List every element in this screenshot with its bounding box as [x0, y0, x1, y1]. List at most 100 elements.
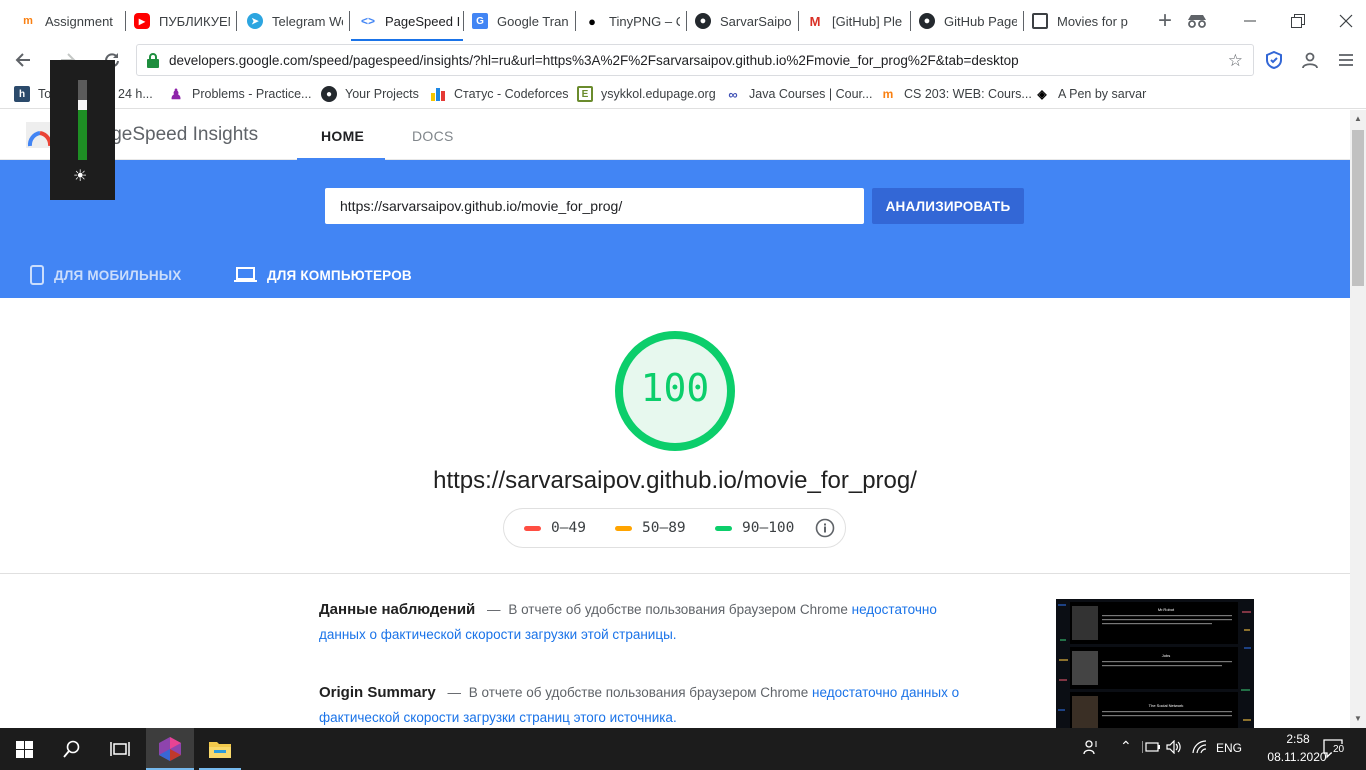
tab-pagespeed[interactable]: <> PageSpeed I: [360, 8, 460, 34]
nav-home-link[interactable]: HOME: [321, 128, 364, 144]
people-icon[interactable]: [1083, 739, 1099, 758]
tab-label: PageSpeed I: [385, 13, 460, 29]
hamburger-menu-icon: [1339, 54, 1353, 66]
clock-time[interactable]: 2:58: [1268, 732, 1328, 746]
scroll-up-arrow-icon[interactable]: ▲: [1353, 114, 1363, 124]
scrollbar-thumb[interactable]: [1352, 130, 1364, 286]
search-button[interactable]: [48, 728, 96, 770]
app-logo-icon: [159, 737, 181, 761]
chevron-up-icon[interactable]: ⌃: [1120, 738, 1132, 755]
legend-swatch-red: [524, 525, 541, 531]
battery-icon[interactable]: [1141, 740, 1160, 757]
scroll-down-arrow-icon[interactable]: ▼: [1353, 714, 1363, 724]
tab-desktop[interactable]: ДЛЯ КОМПЬЮТЕРОВ: [234, 264, 412, 286]
notifications-button[interactable]: 20: [1322, 738, 1346, 763]
tab-google-translate[interactable]: G Google Tran: [472, 8, 572, 34]
url-input[interactable]: [325, 188, 864, 224]
legend-swatch-green: [715, 525, 732, 531]
tab-separator: [125, 11, 126, 31]
legend-range: 50–89: [642, 520, 686, 536]
bookmark-item[interactable]: ● Your Projects: [321, 84, 419, 104]
youtube-icon: ▶: [134, 13, 150, 29]
back-button[interactable]: [10, 47, 36, 73]
tab-youtube[interactable]: ▶ ПУБЛИКУЕМ: [134, 8, 230, 34]
profile-button[interactable]: [1297, 47, 1323, 73]
thumbnail-title-1: Mr.Robot: [1158, 607, 1175, 612]
analyze-button[interactable]: АНАЛИЗИРОВАТЬ: [872, 188, 1024, 224]
tab-telegram[interactable]: ➤ Telegram We: [247, 8, 343, 34]
moodle-hat-icon: m: [23, 15, 33, 27]
tab-desktop-label: ДЛЯ КОМПЬЮТЕРОВ: [267, 267, 412, 283]
bookmark-label: Статус - Codeforces: [454, 87, 569, 101]
field-data-text: В отчете об удобстве пользования браузер…: [508, 602, 848, 617]
start-button[interactable]: [0, 728, 48, 770]
tab-mobile-label: ДЛЯ МОБИЛЬНЫХ: [54, 267, 182, 283]
bookmark-item[interactable]: 24 h...: [118, 84, 153, 104]
score-legend: 0–49 50–89 90–100: [503, 508, 846, 548]
taskbar-app-chromium[interactable]: [146, 728, 194, 770]
analyze-panel: АНАЛИЗИРОВАТЬ ДЛЯ МОБИЛЬНЫХ ДЛЯ КОМПЬЮТЕ…: [0, 160, 1350, 348]
new-tab-button[interactable]: +: [1152, 7, 1178, 34]
brightness-slider-knob[interactable]: [78, 100, 87, 110]
language-indicator[interactable]: ENG: [1216, 741, 1242, 755]
bookmark-item[interactable]: h To: [14, 84, 51, 104]
volume-icon[interactable]: [1166, 739, 1182, 757]
tab-movies[interactable]: Movies for p: [1032, 8, 1128, 34]
link-icon: ∞: [728, 86, 738, 102]
tab-label: Telegram We: [272, 13, 343, 29]
thumbnail-title-2: Jobs: [1162, 653, 1170, 658]
tab-separator: [686, 11, 687, 31]
page-scrollbar[interactable]: ▲ ▼: [1350, 110, 1366, 728]
bookmark-item[interactable]: m CS 203: WEB: Cours...: [880, 84, 1032, 104]
section-divider: [0, 573, 1350, 574]
tab-assignment[interactable]: m Assignment: [20, 8, 120, 34]
nav-docs-link[interactable]: DOCS: [412, 128, 454, 144]
tab-label: TinyPNG – C: [609, 13, 680, 29]
pagespeed-icon: <>: [360, 14, 375, 28]
extension-shield-button[interactable]: [1261, 47, 1287, 73]
bookmark-item[interactable]: E ysykkol.edupage.org: [577, 84, 716, 104]
page-screenshot-thumbnail: Mr.Robot Jobs The Social Network: [1056, 599, 1254, 728]
hatena-h-icon: h: [14, 86, 30, 102]
taskbar-file-explorer[interactable]: [196, 728, 244, 770]
bookmark-label: ysykkol.edupage.org: [601, 87, 716, 101]
bookmark-item[interactable]: ◈ A Pen by sarvar: [1034, 84, 1146, 104]
tab-mobile[interactable]: ДЛЯ МОБИЛЬНЫХ: [30, 264, 181, 286]
task-view-button[interactable]: [96, 728, 144, 770]
tab-tinypng[interactable]: ● TinyPNG – C: [584, 8, 680, 34]
bookmark-item[interactable]: ∞ Java Courses | Cour...: [725, 84, 872, 104]
tab-active-indicator: [208, 345, 432, 348]
bookmark-label: Problems - Practice...: [192, 87, 312, 101]
tab-gmail[interactable]: M [GitHub] Ple: [807, 8, 903, 34]
close-window-button[interactable]: [1333, 8, 1359, 34]
browser-menu-button[interactable]: [1333, 47, 1359, 73]
bookmark-item[interactable]: ♟ Problems - Practice...: [168, 84, 312, 104]
address-bar[interactable]: developers.google.com/speed/pagespeed/in…: [136, 44, 1254, 76]
restore-icon: [1291, 14, 1305, 28]
tab-github-profile[interactable]: ● SarvarSaipov: [695, 8, 791, 34]
star-icon[interactable]: ☆: [1228, 51, 1243, 71]
tested-url: https://sarvarsaipov.github.io/movie_for…: [433, 467, 917, 494]
bookmark-item[interactable]: Статус - Codeforces: [430, 84, 569, 104]
origin-summary-dash: —: [447, 685, 461, 700]
minimize-button[interactable]: [1237, 8, 1263, 34]
field-data-section: Данные наблюдений — В отчете об удобстве…: [319, 597, 979, 647]
search-icon: [63, 740, 80, 758]
origin-summary-title: Origin Summary: [319, 684, 436, 701]
info-icon[interactable]: [815, 518, 835, 538]
restore-button[interactable]: [1285, 8, 1311, 34]
shield-icon: [1266, 51, 1282, 69]
psi-header: PageSpeed Insights HOME DOCS: [0, 110, 1350, 160]
score-value: 100: [640, 366, 710, 410]
tab-label: Google Tran: [497, 13, 569, 29]
github-icon: ●: [919, 13, 935, 29]
tab-label: Movies for p: [1057, 13, 1128, 29]
tab-github-pages[interactable]: ● GitHub Page: [919, 8, 1017, 34]
wifi-icon[interactable]: [1192, 740, 1208, 757]
telegram-icon: ➤: [247, 13, 263, 29]
task-view-icon: [110, 742, 130, 756]
incognito-button[interactable]: [1184, 8, 1210, 34]
tab-separator: [910, 11, 911, 31]
tab-label: GitHub Page: [944, 13, 1017, 29]
origin-summary-text: В отчете об удобстве пользования браузер…: [468, 685, 809, 700]
